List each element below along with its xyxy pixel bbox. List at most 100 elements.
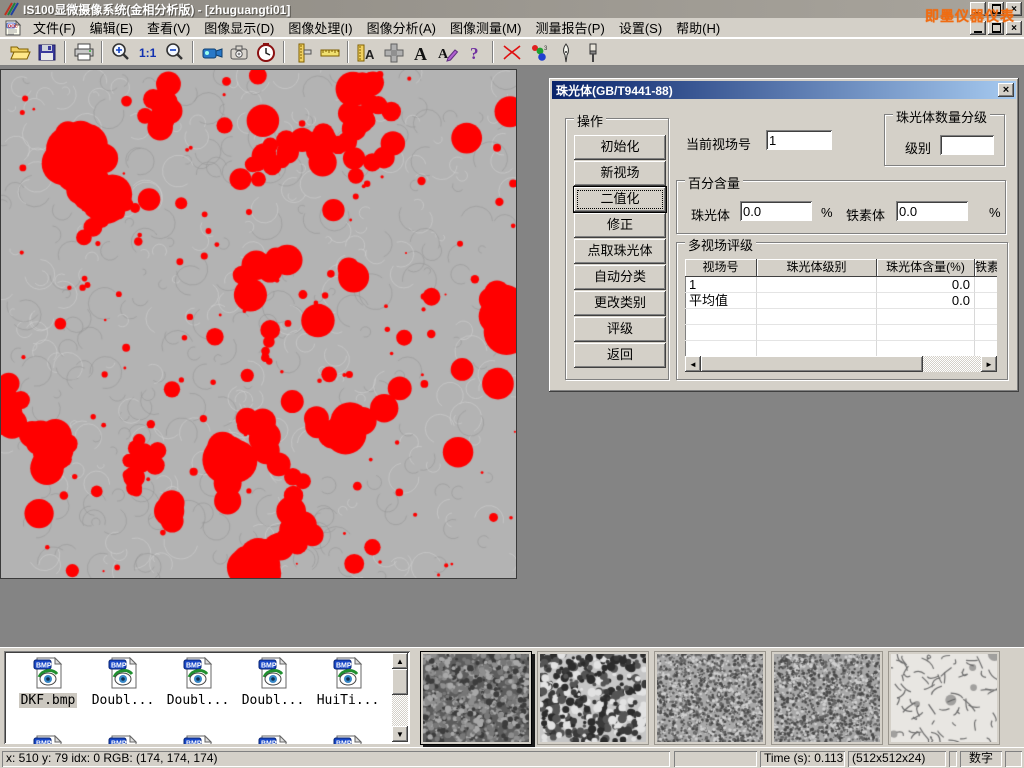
table-row[interactable] xyxy=(685,341,997,356)
current-field-input[interactable] xyxy=(766,130,832,150)
file-item-row2-2[interactable]: BMP xyxy=(162,735,234,744)
brush-tool-button[interactable] xyxy=(579,40,606,65)
scroll-up-arrow-icon[interactable]: ▲ xyxy=(392,653,408,669)
status-time: Time (s): 0.113 xyxy=(760,751,845,767)
file-vscroll-track[interactable] xyxy=(392,669,408,726)
table-col-1[interactable]: 珠光体级别 xyxy=(757,259,877,277)
video-capture-button[interactable] xyxy=(198,40,225,65)
dialog-titlebar[interactable]: 珠光体(GB/T9441-88) × xyxy=(552,81,1016,99)
print-button[interactable] xyxy=(70,40,97,65)
pearlite-percent-input[interactable] xyxy=(740,201,812,221)
camera-capture-icon xyxy=(228,42,250,63)
thumbnail-3[interactable] xyxy=(771,651,883,745)
timer-button[interactable] xyxy=(252,40,279,65)
op-button-7[interactable]: 评级 xyxy=(574,317,666,342)
file-item-2[interactable]: BMPDoubl... xyxy=(162,657,234,708)
text-annotate-button[interactable]: A xyxy=(407,40,434,65)
table-row[interactable]: 10.0 xyxy=(685,277,997,293)
grade-level-input[interactable] xyxy=(940,135,994,155)
table-cell xyxy=(877,309,975,325)
particle-marker-button[interactable]: 3 xyxy=(525,40,552,65)
menu-item-5[interactable]: 图像分析(A) xyxy=(360,16,443,39)
file-item-0[interactable]: BMPDKF.bmp xyxy=(12,657,84,708)
table-col-3[interactable]: 铁素体含量(%) xyxy=(975,259,997,277)
file-item-4[interactable]: BMPHuiTi... xyxy=(312,657,384,708)
toolbar-separator xyxy=(64,41,66,63)
scroll-left-arrow-icon[interactable]: ◄ xyxy=(685,356,701,372)
op-button-4[interactable]: 点取珠光体 xyxy=(574,239,666,264)
zoom-out-icon xyxy=(164,42,186,63)
camera-capture-button[interactable] xyxy=(225,40,252,65)
file-item-row2-4[interactable]: BMP xyxy=(312,735,384,744)
file-item-row2-1[interactable]: BMP xyxy=(87,735,159,744)
svg-text:BMP: BMP xyxy=(186,741,202,745)
menu-item-8[interactable]: 设置(S) xyxy=(612,16,669,39)
svg-text:BMP: BMP xyxy=(36,741,52,745)
thumbnail-0[interactable] xyxy=(420,651,532,745)
measure-text-button[interactable]: A xyxy=(353,40,380,65)
pearlite-percent-unit: % xyxy=(821,205,833,220)
menu-item-9[interactable]: 帮助(H) xyxy=(669,16,727,39)
zoom-out-button[interactable] xyxy=(161,40,188,65)
toolbar-separator xyxy=(347,41,349,63)
menu-item-4[interactable]: 图像处理(I) xyxy=(281,16,359,39)
pearlite-dialog: 珠光体(GB/T9441-88) × 操作 初始化新视场二值化修正点取珠光体自动… xyxy=(549,78,1019,392)
table-row[interactable] xyxy=(685,309,997,325)
table-col-2[interactable]: 珠光体含量(%) xyxy=(877,259,975,277)
dialog-close-button[interactable]: × xyxy=(998,83,1014,97)
file-item-1[interactable]: BMPDoubl... xyxy=(87,657,159,708)
table-col-0[interactable]: 视场号 xyxy=(685,259,757,277)
file-item-row2-0[interactable]: BMP xyxy=(12,735,84,744)
table-hscroll-thumb[interactable] xyxy=(701,356,923,372)
op-button-2[interactable]: 二值化 xyxy=(574,187,666,212)
scroll-down-arrow-icon[interactable]: ▼ xyxy=(392,726,408,742)
open-file-button[interactable] xyxy=(6,40,33,65)
table-hscroll-track[interactable] xyxy=(701,356,981,372)
text-annotate-icon: A xyxy=(410,42,432,63)
file-vscroll-thumb[interactable] xyxy=(392,669,408,695)
menu-item-7[interactable]: 测量报告(P) xyxy=(528,16,611,39)
menu-item-0[interactable]: 文件(F) xyxy=(26,16,83,39)
svg-text:BMP: BMP xyxy=(111,741,127,745)
op-button-5[interactable]: 自动分类 xyxy=(574,265,666,290)
file-item-3[interactable]: BMPDoubl... xyxy=(237,657,309,708)
app-icon xyxy=(3,2,19,16)
bmp-file-icon: BMP xyxy=(106,735,140,744)
op-button-3[interactable]: 修正 xyxy=(574,213,666,238)
menu-item-6[interactable]: 图像测量(M) xyxy=(443,16,529,39)
table-row[interactable]: 平均值0.0 xyxy=(685,293,997,309)
table-cell: 平均值 xyxy=(685,293,757,309)
thumbnail-2[interactable] xyxy=(654,651,766,745)
table-row[interactable] xyxy=(685,325,997,341)
actual-size-button[interactable]: 1:1 xyxy=(134,40,161,65)
save-button[interactable] xyxy=(33,40,60,65)
file-list-vscrollbar[interactable]: ▲ ▼ xyxy=(392,653,408,742)
metallographic-image[interactable] xyxy=(0,69,517,579)
op-button-1[interactable]: 新视场 xyxy=(574,161,666,186)
op-button-0[interactable]: 初始化 xyxy=(574,135,666,160)
thumbnail-1[interactable] xyxy=(537,651,649,745)
edit-annotate-button[interactable]: A xyxy=(434,40,461,65)
bmp-file-icon: BMP xyxy=(181,735,215,744)
actual-size-icon: 1:1 xyxy=(137,42,159,63)
curve-tool-button[interactable] xyxy=(498,40,525,65)
caliper-icon xyxy=(292,42,314,63)
pen-tool-button[interactable] xyxy=(552,40,579,65)
table-hscrollbar[interactable]: ◄ ► xyxy=(685,356,997,372)
grid-measure-button[interactable] xyxy=(380,40,407,65)
ruler-button[interactable] xyxy=(316,40,343,65)
menu-item-3[interactable]: 图像显示(D) xyxy=(197,16,281,39)
thumbnail-4[interactable] xyxy=(888,651,1000,745)
percent-group: 百分含量 珠光体 % 铁素体 % xyxy=(676,180,1006,234)
menu-item-1[interactable]: 编辑(E) xyxy=(83,16,140,39)
file-item-row2-3[interactable]: BMP xyxy=(237,735,309,744)
op-button-8[interactable]: 返回 xyxy=(574,343,666,368)
ferrite-percent-input[interactable] xyxy=(896,201,968,221)
zoom-in-button[interactable] xyxy=(107,40,134,65)
caliper-button[interactable] xyxy=(289,40,316,65)
help-button[interactable]: ? xyxy=(461,40,488,65)
op-button-6[interactable]: 更改类别 xyxy=(574,291,666,316)
scroll-right-arrow-icon[interactable]: ► xyxy=(981,356,997,372)
multi-field-table[interactable]: 视场号珠光体级别珠光体含量(%)铁素体含量(%)10.0平均值0.0 xyxy=(685,259,997,356)
menu-item-2[interactable]: 查看(V) xyxy=(140,16,197,39)
